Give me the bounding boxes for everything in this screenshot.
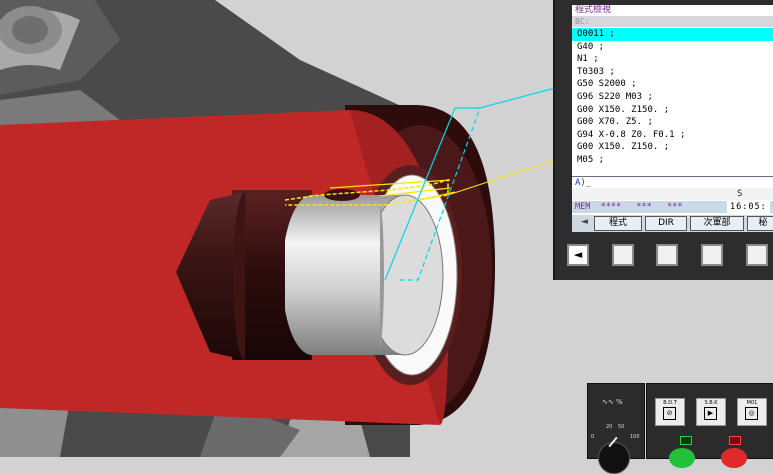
dial-mark-20: 20 (606, 424, 613, 430)
screen-title: 程式檢視 (575, 5, 612, 15)
program-line[interactable]: G00 X70. Z5. ; (572, 116, 773, 129)
hardware-softkey-2[interactable] (656, 244, 678, 266)
operator-panel: ∿∿ % 20 50 0 100 B.D.T ⊘ S.B.K ▶ M01 ◎ (587, 381, 773, 474)
program-listing[interactable]: O0011 ; G40 ; N1 ; T0303 ; G50 S2000 ; G96 S2… (572, 28, 773, 167)
softkey-dir[interactable]: DIR (645, 216, 687, 231)
softkey-bar: ◄ 程式 DIR 次軍部 秘 (572, 215, 773, 232)
mode-label: MEM (575, 202, 591, 212)
red-indicator-lamp (729, 436, 741, 445)
dial-knob[interactable] (598, 442, 630, 474)
cnc-screen: 程式檢視 BC: O0011 ; G40 ; N1 ; T0303 ; G50 S200… (572, 5, 773, 232)
feed-override-icon: ∿∿ % (602, 398, 623, 406)
program-line[interactable]: O0011 ; (572, 28, 773, 41)
optional-stop-label: M01 (746, 400, 758, 406)
operator-button-box: B.D.T ⊘ S.B.K ▶ M01 ◎ (646, 383, 773, 468)
program-line[interactable]: G94 X-0.8 Z0. F0.1 ; (572, 129, 773, 142)
hardware-softkey-3[interactable] (701, 244, 723, 266)
cycle-start-button[interactable] (669, 448, 695, 468)
program-line[interactable]: G40 ; (572, 41, 773, 54)
program-line[interactable]: G00 X150. Z150. ; (572, 104, 773, 117)
status-fields: **** *** *** (600, 202, 683, 212)
optional-stop-button[interactable]: M01 ◎ (737, 398, 767, 426)
feed-hold-button[interactable] (721, 448, 747, 468)
hardware-softkey-1[interactable] (612, 244, 634, 266)
hardware-softkey-4[interactable] (746, 244, 768, 266)
block-delete-icon: ⊘ (663, 407, 676, 420)
single-block-icon: ▶ (704, 407, 717, 420)
softkey-program[interactable]: 程式 (594, 216, 642, 231)
hardware-left-arrow-button[interactable]: ◄ (567, 244, 589, 266)
hardware-softkey-row: ◄ (567, 241, 773, 273)
block-delete-label: B.D.T (663, 400, 677, 406)
program-line[interactable]: G00 X150. Z150. ; (572, 141, 773, 154)
cnc-control-panel: 程式檢視 BC: O0011 ; G40 ; N1 ; T0303 ; G50 S200… (553, 0, 773, 280)
single-block-label: S.B.K (704, 400, 718, 406)
block-delete-button[interactable]: B.D.T ⊘ (655, 398, 685, 426)
spindle-label: S (737, 189, 743, 199)
single-block-button[interactable]: S.B.K ▶ (696, 398, 726, 426)
status-bar: MEM **** *** *** 16:05: (572, 201, 773, 213)
program-line[interactable]: M05 ; (572, 154, 773, 167)
clock: 16:05: (727, 201, 770, 213)
dial-mark-50: 50 (618, 424, 625, 430)
spindle-row: S (572, 188, 773, 200)
optional-stop-icon: ◎ (745, 407, 758, 420)
green-indicator-lamp (680, 436, 692, 445)
screen-sub-header: BC: (572, 16, 773, 27)
program-line[interactable]: N1 ; (572, 53, 773, 66)
dial-mark-0: 0 (591, 434, 595, 440)
softkey-left-arrow[interactable]: ◄ (580, 216, 589, 229)
dial-mark-100: 100 (630, 434, 640, 440)
program-line[interactable]: G50 S2000 ; (572, 78, 773, 91)
softkey-3[interactable]: 次軍部 (690, 216, 744, 231)
program-line[interactable]: T0303 ; (572, 66, 773, 79)
softkey-4[interactable]: 秘 (747, 216, 773, 231)
feed-override-dial[interactable]: ∿∿ % 20 50 0 100 (587, 383, 645, 474)
program-line[interactable]: G96 S220 M03 ; (572, 91, 773, 104)
